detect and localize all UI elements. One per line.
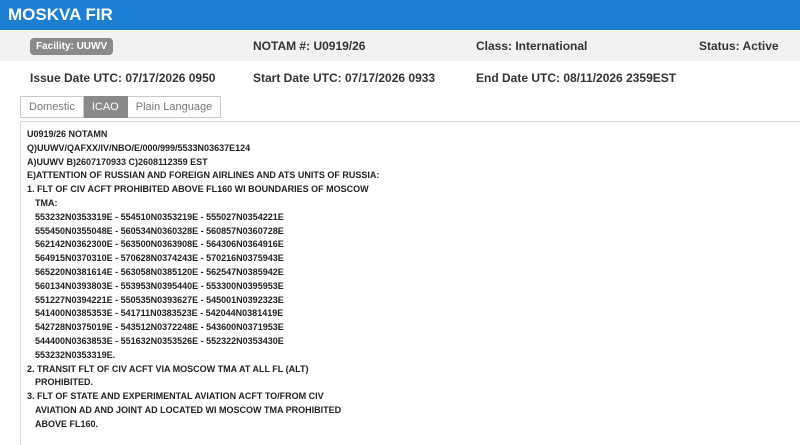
fir-header: MOSKVA FIR [0,0,800,30]
notam-line: 551227N0394221E - 550535N0393627E - 5450… [35,294,284,305]
notam-line: 2. TRANSIT FLT OF CIV ACFT VIA MOSCOW TM… [27,363,309,374]
notam-line: 553232N0353319E. [35,349,116,360]
start-date: Start Date UTC: 07/17/2026 0933 [253,71,436,85]
notam-text-panel: U0919/26 NOTAMN Q)UUWV/QAFXX/IV/NBO/E/000… [20,121,800,445]
notam-line: ABOVE FL160. [35,418,99,429]
notam-line: Q)UUWV/QAFXX/IV/NBO/E/000/999/5533N03637… [27,142,251,153]
notam-dates-row: Issue Date UTC: 07/17/2026 0950 Start Da… [0,62,800,94]
tab-domestic[interactable]: Domestic [20,96,84,118]
tab-icao[interactable]: ICAO [83,96,128,118]
facility-cell: Facility: UUWV [30,31,114,61]
notam-line: E)ATTENTION OF RUSSIAN AND FOREIGN AIRLI… [27,170,380,181]
format-tabs: Domestic ICAO Plain Language [20,96,222,118]
notam-line: 555450N0355048E - 560534N0360328E - 5608… [35,225,284,236]
notam-line: U0919/26 NOTAMN [27,129,108,139]
notam-status: Status: Active [699,39,779,53]
notam-class: Class: International [476,39,588,53]
notam-line: 3. FLT OF STATE AND EXPERIMENTAL AVIATIO… [27,391,324,402]
notam-line: 542728N0375019E - 543512N0372248E - 5436… [35,322,284,333]
notam-line: 560134N0393803E - 553953N0395440E - 5533… [35,280,284,291]
tab-plain-language[interactable]: Plain Language [127,96,222,118]
notam-line: A)UUWV B)2607170933 C)2608112359 EST [27,156,208,167]
issue-date: Issue Date UTC: 07/17/2026 0950 [30,71,216,85]
notam-line: 544400N0363853E - 551632N0353526E - 5523… [35,335,284,346]
end-date: End Date UTC: 08/11/2026 2359EST [476,71,677,85]
notam-line: 565220N0381614E - 563058N0385120E - 5625… [35,266,284,277]
notam-line: 553232N0353319E - 554510N0353219E - 5550… [35,211,284,222]
notam-text: U0919/26 NOTAMN Q)UUWV/QAFXX/IV/NBO/E/000… [21,122,800,432]
facility-badge: Facility: UUWV [30,37,114,55]
notam-line: AVIATION AD AND JOINT AD LOCATED WI MOSC… [35,404,342,415]
notam-line: 562142N0362300E - 563500N0363908E - 5643… [35,239,284,250]
fir-title: MOSKVA FIR [8,5,113,24]
notam-number: NOTAM #: U0919/26 [253,39,366,53]
notam-line: PROHIBITED. [35,377,94,388]
notam-line: 1. FLT OF CIV ACFT PROHIBITED ABOVE FL16… [27,184,369,195]
notam-line: TMA: [35,197,58,208]
notam-line: 564915N0370310E - 570628N0374243E - 5702… [35,253,284,264]
notam-summary-row: Facility: UUWV NOTAM #: U0919/26 Class: … [0,31,800,61]
notam-line: 541400N0385353E - 541711N0383523E - 5420… [35,308,284,319]
